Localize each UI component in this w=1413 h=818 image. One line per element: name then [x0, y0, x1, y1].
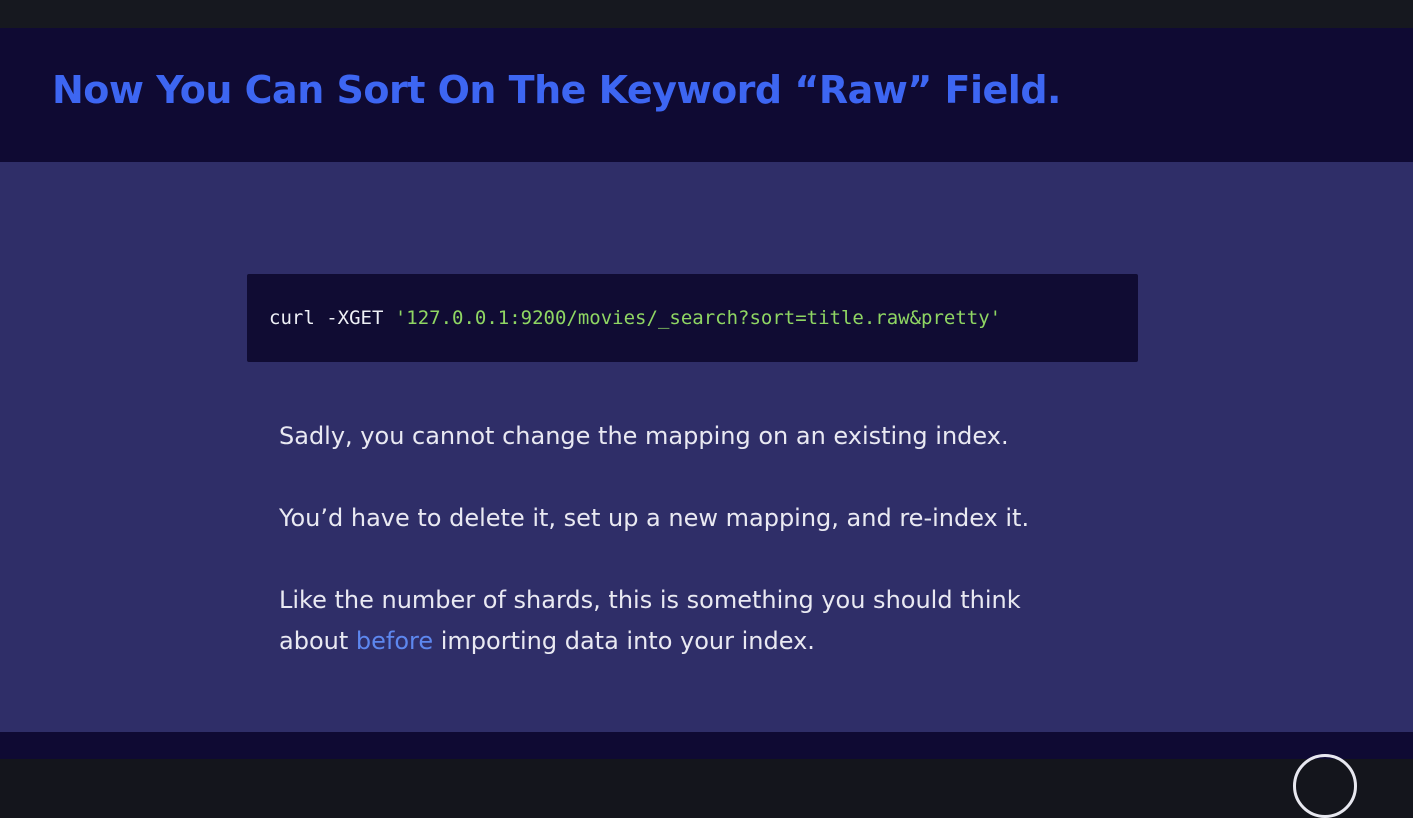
- paragraph-reindex: You’d have to delete it, set up a new ma…: [279, 504, 1030, 532]
- code-block: curl -XGET '127.0.0.1:9200/movies/_searc…: [247, 274, 1138, 362]
- paragraph-mapping-immutable: Sadly, you cannot change the mapping on …: [279, 422, 1009, 450]
- paragraph-shards-before-text: about: [279, 627, 356, 655]
- highlight-before: before: [355, 627, 434, 655]
- paragraph-shards-after-text: importing data into your index.: [433, 627, 815, 655]
- slide-footer: [0, 732, 1413, 759]
- circle-logo-icon: [1293, 754, 1357, 818]
- code-url-string: '127.0.0.1:9200/movies/_search?sort=titl…: [394, 307, 1002, 329]
- slide-title: Now You Can Sort On The Keyword “Raw” Fi…: [52, 68, 1061, 112]
- paragraph-shards: Like the number of shards, this is somet…: [279, 580, 1139, 662]
- paragraph-shards-line1: Like the number of shards, this is somet…: [279, 586, 1021, 614]
- slide-content: curl -XGET '127.0.0.1:9200/movies/_searc…: [0, 162, 1413, 732]
- code-command: curl -XGET: [269, 307, 395, 329]
- slide-header: Now You Can Sort On The Keyword “Raw” Fi…: [0, 28, 1413, 162]
- window-top-bar: [0, 0, 1413, 28]
